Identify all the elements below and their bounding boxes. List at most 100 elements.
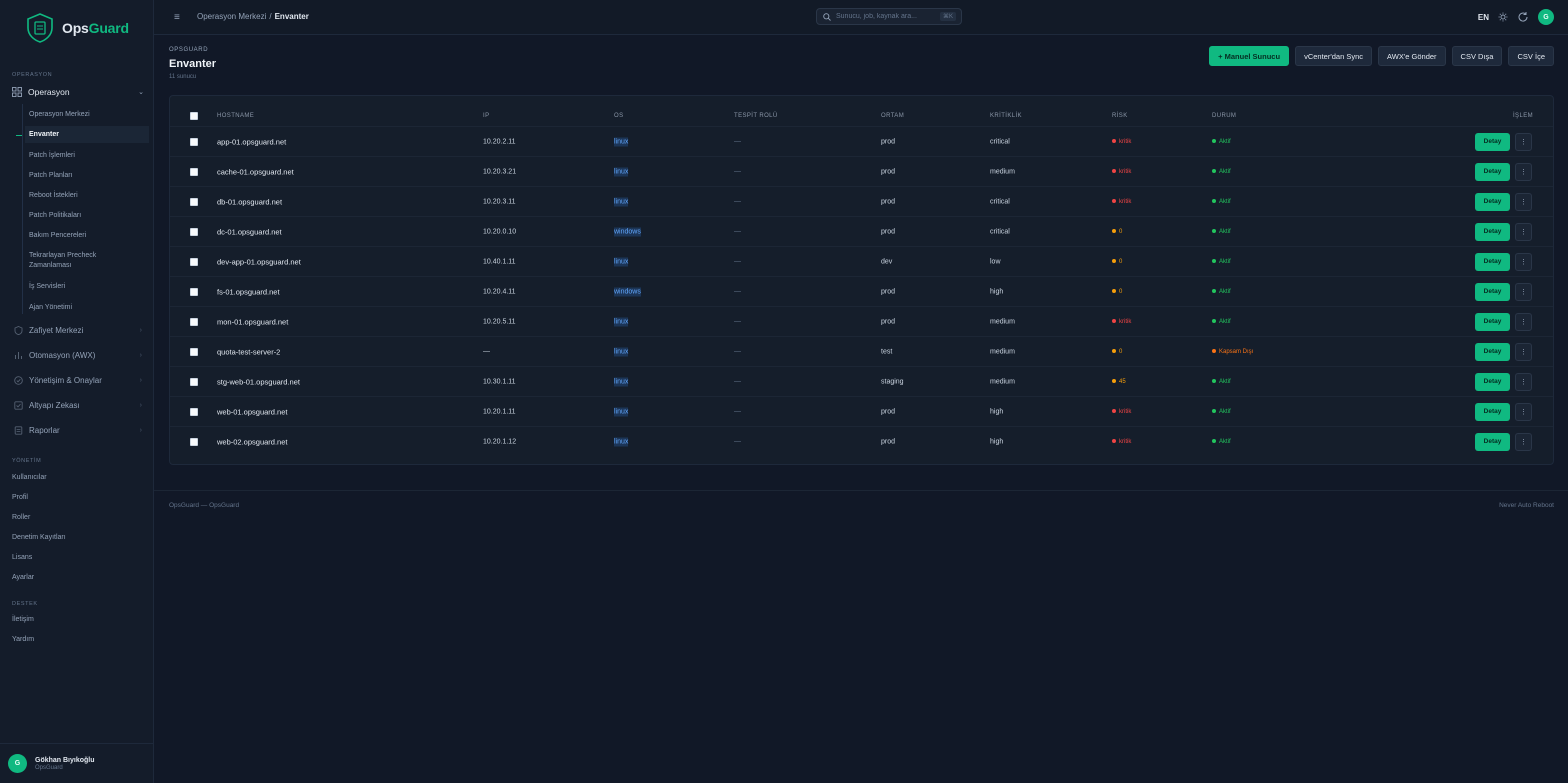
row-checkbox[interactable] [190,287,198,296]
detail-button[interactable]: Detay [1475,282,1510,301]
sidebar-item-ayarlar[interactable]: Ayarlar [12,574,34,581]
send-to-awx-button[interactable]: AWX'e Gönder [1378,46,1446,66]
sidebar-item-patch-planlari[interactable]: Patch Planları [29,171,73,181]
sidebar-item-bakim-pencereleri[interactable]: Bakım Pencereleri [29,231,86,241]
table-row[interactable]: dc-01.opsguard.net 10.20.0.10 windows — prod… [170,216,1553,246]
sidebar-group-otomasyon[interactable]: Otomasyon (AWX) › [14,348,142,362]
row-checkbox[interactable] [190,317,198,326]
detail-button[interactable]: Detay [1475,312,1510,331]
sidebar-item-lisans[interactable]: Lisans [12,554,32,561]
row-hostname[interactable]: web-02.opsguard.net [217,437,287,446]
column-env[interactable]: ORTAM [881,113,904,119]
row-hostname[interactable]: fs-01.opsguard.net [217,287,280,296]
table-row[interactable]: mon-01.opsguard.net 10.20.5.11 linux — prod m… [170,306,1553,336]
row-hostname[interactable]: stg-web-01.opsguard.net [217,377,300,386]
search-box[interactable]: ⌘K [816,8,962,25]
row-checkbox[interactable] [190,377,198,386]
column-hostname[interactable]: HOSTNAME [217,113,254,119]
more-options-icon[interactable]: ⋮ [1515,312,1532,331]
row-checkbox[interactable] [190,227,198,236]
more-options-icon[interactable]: ⋮ [1515,252,1532,271]
detail-button[interactable]: Detay [1475,162,1510,181]
table-row[interactable]: quota-test-server-2 — linux — test medium 0 Kap… [170,336,1553,366]
user-profile[interactable]: G Gökhan Bıyıkoğlu OpsGuard [0,743,154,783]
more-options-icon[interactable]: ⋮ [1515,372,1532,391]
column-status[interactable]: DURUM [1212,113,1236,119]
row-hostname[interactable]: dev-app-01.opsguard.net [217,257,301,266]
table-row[interactable]: fs-01.opsguard.net 10.20.4.11 windows — prod… [170,276,1553,306]
detail-button[interactable]: Detay [1475,342,1510,361]
sidebar-item-envanter[interactable]: Envanter [25,126,149,143]
table-row[interactable]: stg-web-01.opsguard.net 10.30.1.11 linux — s… [170,366,1553,396]
csv-import-button[interactable]: CSV İçe [1508,46,1554,66]
detail-button[interactable]: Detay [1475,252,1510,271]
sidebar-item-tekrarlayan-precheck[interactable]: Tekrarlayan Precheck Zamanlaması [29,251,119,271]
sidebar-group-yonetisim[interactable]: Yönetişim & Onaylar › [14,373,142,387]
csv-export-button[interactable]: CSV Dışa [1451,46,1503,66]
row-checkbox[interactable] [190,197,198,206]
sidebar-group-altyapi[interactable]: Altyapı Zekası › [14,398,142,412]
language-toggle[interactable]: EN [1478,13,1489,22]
add-manual-server-button[interactable]: + Manuel Sunucu [1209,46,1290,66]
more-options-icon[interactable]: ⋮ [1515,342,1532,361]
column-ip[interactable]: IP [483,113,489,119]
menu-icon[interactable]: ≡ [174,12,180,23]
more-options-icon[interactable]: ⋮ [1515,402,1532,421]
sidebar-group-raporlar[interactable]: Raporlar › [14,423,142,437]
sun-icon[interactable] [1498,12,1508,22]
sidebar-item-operasyon-merkezi[interactable]: Operasyon Merkezi [29,110,90,120]
row-checkbox[interactable] [190,407,198,416]
sidebar-item-kullanicilar[interactable]: Kullanıcılar [12,474,47,481]
sidebar-item-is-servisleri[interactable]: İş Servisleri [29,282,65,292]
row-checkbox[interactable] [190,437,198,446]
column-os[interactable]: OS [614,113,623,119]
table-row[interactable]: web-02.opsguard.net 10.20.1.12 linux — prod h… [170,426,1553,456]
sidebar-group-zafiyet[interactable]: Zafiyet Merkezi › [14,323,142,337]
sidebar-item-ajan-yonetimi[interactable]: Ajan Yönetimi [29,303,72,313]
table-row[interactable]: cache-01.opsguard.net 10.20.3.21 linux — pro… [170,156,1553,186]
row-hostname[interactable]: quota-test-server-2 [217,347,280,356]
table-row[interactable]: web-01.opsguard.net 10.20.1.11 linux — prod h… [170,396,1553,426]
more-options-icon[interactable]: ⋮ [1515,162,1532,181]
sidebar-item-patch-islemleri[interactable]: Patch İşlemleri [29,151,75,161]
sidebar-item-yardim[interactable]: Yardım [12,636,34,643]
column-role[interactable]: TESPİT ROLÜ [734,113,778,119]
column-risk[interactable]: RİSK [1112,113,1128,119]
sidebar-item-profil[interactable]: Profil [12,494,28,501]
sidebar-item-denetim-kayitlari[interactable]: Denetim Kayıtları [12,534,66,541]
avatar[interactable]: G [1538,9,1554,25]
row-checkbox[interactable] [190,137,198,146]
table-row[interactable]: app-01.opsguard.net 10.20.2.11 linux — prod c… [170,126,1553,156]
search-input[interactable] [836,13,940,20]
detail-button[interactable]: Detay [1475,372,1510,391]
column-criticality[interactable]: KRİTİKLİK [990,113,1022,119]
sidebar-group-operasyon[interactable]: Operasyon ⌄ [12,84,144,100]
table-row[interactable]: db-01.opsguard.net 10.20.3.11 linux — prod cr… [170,186,1553,216]
more-options-icon[interactable]: ⋮ [1515,432,1532,451]
row-hostname[interactable]: db-01.opsguard.net [217,197,282,206]
brand-logo[interactable]: OpsGuard [26,13,129,43]
sidebar-item-roller[interactable]: Roller [12,514,30,521]
row-checkbox[interactable] [190,257,198,266]
row-hostname[interactable]: dc-01.opsguard.net [217,227,282,236]
more-options-icon[interactable]: ⋮ [1515,132,1532,151]
row-hostname[interactable]: app-01.opsguard.net [217,137,286,146]
sidebar-item-iletisim[interactable]: İletişim [12,616,34,623]
row-checkbox[interactable] [190,347,198,356]
vcenter-sync-button[interactable]: vCenter'dan Sync [1295,46,1373,66]
breadcrumb-parent[interactable]: Operasyon Merkezi [197,12,266,21]
more-options-icon[interactable]: ⋮ [1515,282,1532,301]
detail-button[interactable]: Detay [1475,192,1510,211]
select-all-checkbox[interactable] [190,112,198,120]
row-hostname[interactable]: web-01.opsguard.net [217,407,287,416]
sidebar-item-patch-politikalari[interactable]: Patch Politikaları [29,211,81,221]
detail-button[interactable]: Detay [1475,132,1510,151]
table-row[interactable]: dev-app-01.opsguard.net 10.40.1.11 linux — d… [170,246,1553,276]
refresh-icon[interactable] [1517,11,1529,23]
row-hostname[interactable]: cache-01.opsguard.net [217,167,294,176]
row-checkbox[interactable] [190,167,198,176]
detail-button[interactable]: Detay [1475,432,1510,451]
detail-button[interactable]: Detay [1475,222,1510,241]
sidebar-item-reboot-istekleri[interactable]: Reboot İstekleri [29,191,78,201]
more-options-icon[interactable]: ⋮ [1515,222,1532,241]
